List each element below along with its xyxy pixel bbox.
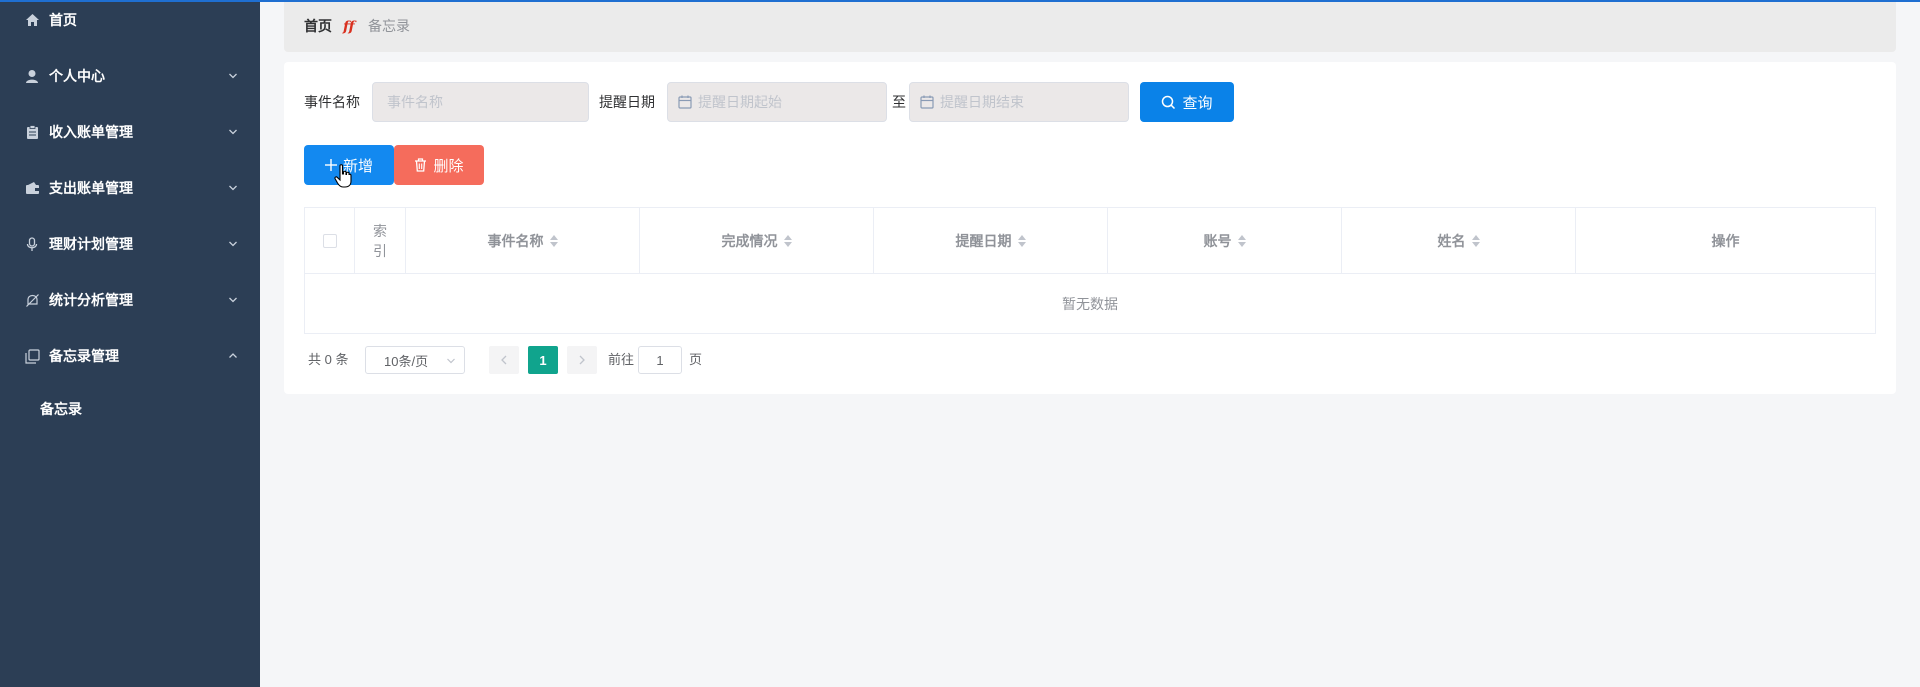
sort-icon[interactable] bbox=[783, 234, 792, 248]
event-name-placeholder: 事件名称 bbox=[387, 94, 443, 110]
remind-date-start-input[interactable]: 提醒日期起始 bbox=[667, 82, 887, 122]
breadcrumb: 首页 ff 备忘录 bbox=[284, 0, 1896, 52]
memo-table: 索 引 事件名称 完成情况 提醒日期 账号 姓名 操作 暂无数据 bbox=[304, 207, 1876, 334]
svg-text:ff: ff bbox=[342, 19, 357, 35]
content-card: 事件名称 事件名称 提醒日期 提醒日期起始 至 提醒日期结束 查询 新增 删除 bbox=[284, 62, 1896, 394]
sidebar-item-label: 收入账单管理 bbox=[49, 124, 133, 140]
column-index-line1: 索 bbox=[373, 223, 387, 239]
calendar-icon bbox=[678, 95, 692, 109]
sidebar-item-personal-center[interactable]: 个人中心 bbox=[0, 56, 260, 96]
next-page-button[interactable] bbox=[567, 346, 597, 374]
event-name-input[interactable]: 事件名称 bbox=[372, 82, 589, 122]
column-name[interactable]: 姓名 bbox=[1342, 208, 1576, 274]
sidebar: 首页 个人中心 收入账单管理 支出账单管理 理财计划管理 统计分析管理 备忘录管… bbox=[0, 0, 260, 687]
sidebar-item-label: 个人中心 bbox=[49, 68, 105, 84]
date-range-separator: 至 bbox=[892, 94, 906, 110]
sidebar-item-income[interactable]: 收入账单管理 bbox=[0, 112, 260, 152]
chevron-up-icon bbox=[229, 353, 237, 358]
breadcrumb-home[interactable]: 首页 bbox=[304, 16, 332, 36]
sidebar-item-label: 理财计划管理 bbox=[49, 236, 133, 252]
remind-date-end-input[interactable]: 提醒日期结束 bbox=[909, 82, 1129, 122]
clipboard-icon bbox=[24, 124, 40, 140]
column-label: 完成情况 bbox=[721, 233, 778, 249]
sidebar-subitem-memo[interactable]: 备忘录 bbox=[0, 389, 260, 429]
select-all-checkbox[interactable] bbox=[322, 234, 337, 248]
hand-cursor-icon bbox=[334, 164, 352, 188]
top-accent-line bbox=[0, 0, 1920, 2]
user-icon bbox=[24, 68, 40, 84]
query-button[interactable]: 查询 bbox=[1140, 82, 1234, 122]
column-label: 账号 bbox=[1203, 233, 1232, 249]
column-account[interactable]: 账号 bbox=[1108, 208, 1342, 274]
sidebar-item-label: 统计分析管理 bbox=[49, 292, 133, 308]
pagination: 共 0 条 10条/页 1 前往 1 页 bbox=[308, 346, 808, 374]
query-button-label: 查询 bbox=[1182, 94, 1213, 112]
trash-icon bbox=[415, 158, 427, 172]
sidebar-subitem-label: 备忘录 bbox=[40, 401, 82, 417]
sidebar-item-label: 备忘录管理 bbox=[49, 348, 119, 364]
table-header: 索 引 事件名称 完成情况 提醒日期 账号 姓名 操作 bbox=[305, 208, 1875, 274]
page-size-select[interactable]: 10条/页 bbox=[365, 346, 465, 374]
sidebar-item-statistics[interactable]: 统计分析管理 bbox=[0, 280, 260, 320]
chevron-down-icon bbox=[447, 358, 455, 364]
goto-page-input[interactable]: 1 bbox=[638, 346, 682, 374]
chevron-down-icon bbox=[229, 185, 237, 191]
empty-text: 暂无数据 bbox=[1062, 295, 1118, 312]
search-icon bbox=[1162, 95, 1176, 109]
sort-icon[interactable] bbox=[1017, 234, 1026, 248]
pagination-total: 共 0 条 bbox=[308, 352, 349, 367]
chevron-down-icon bbox=[229, 241, 237, 247]
column-actions: 操作 bbox=[1576, 208, 1875, 274]
sidebar-item-label: 支出账单管理 bbox=[49, 180, 133, 196]
column-index: 索 引 bbox=[355, 208, 406, 274]
bell-off-icon bbox=[24, 292, 40, 308]
column-label: 事件名称 bbox=[487, 233, 544, 249]
column-completion[interactable]: 完成情况 bbox=[640, 208, 874, 274]
chevron-right-icon bbox=[579, 355, 585, 365]
sort-icon[interactable] bbox=[1237, 234, 1246, 248]
select-all-cell bbox=[305, 208, 355, 274]
sidebar-item-expense[interactable]: 支出账单管理 bbox=[0, 168, 260, 208]
delete-button-label: 删除 bbox=[433, 157, 464, 175]
sidebar-item-label: 首页 bbox=[49, 12, 77, 28]
chevron-down-icon bbox=[229, 73, 237, 79]
chevron-left-icon bbox=[501, 355, 507, 365]
chevron-down-icon bbox=[229, 129, 237, 135]
sort-icon[interactable] bbox=[549, 234, 558, 248]
copy-icon bbox=[24, 348, 40, 364]
sidebar-item-finance-plan[interactable]: 理财计划管理 bbox=[0, 224, 260, 264]
page-number-active[interactable]: 1 bbox=[528, 346, 558, 374]
column-label: 提醒日期 bbox=[955, 233, 1012, 249]
column-remind-date[interactable]: 提醒日期 bbox=[874, 208, 1108, 274]
page-suffix: 页 bbox=[689, 352, 703, 367]
column-label: 姓名 bbox=[1437, 233, 1466, 249]
table-empty-row: 暂无数据 bbox=[305, 274, 1875, 333]
column-index-line2: 引 bbox=[373, 243, 387, 259]
wallet-icon bbox=[24, 180, 40, 196]
prev-page-button[interactable] bbox=[489, 346, 519, 374]
page-size-value: 10条/页 bbox=[384, 353, 429, 369]
delete-button[interactable]: 删除 bbox=[394, 145, 484, 185]
remind-date-end-placeholder: 提醒日期结束 bbox=[940, 94, 1024, 110]
home-icon bbox=[24, 12, 40, 28]
microphone-icon bbox=[24, 236, 40, 252]
column-label: 操作 bbox=[1711, 233, 1740, 249]
goto-label: 前往 bbox=[608, 352, 635, 367]
remind-date-label: 提醒日期 bbox=[599, 94, 655, 110]
calendar-icon bbox=[920, 95, 934, 109]
sidebar-item-memo-management[interactable]: 备忘录管理 bbox=[0, 336, 260, 376]
column-event-name[interactable]: 事件名称 bbox=[406, 208, 640, 274]
sort-icon[interactable] bbox=[1471, 234, 1480, 248]
breadcrumb-current: 备忘录 bbox=[368, 18, 410, 34]
breadcrumb-separator-icon: ff bbox=[342, 19, 357, 35]
sidebar-item-home[interactable]: 首页 bbox=[0, 0, 260, 40]
chevron-down-icon bbox=[229, 297, 237, 303]
remind-date-start-placeholder: 提醒日期起始 bbox=[698, 94, 782, 110]
event-name-label: 事件名称 bbox=[304, 94, 360, 110]
